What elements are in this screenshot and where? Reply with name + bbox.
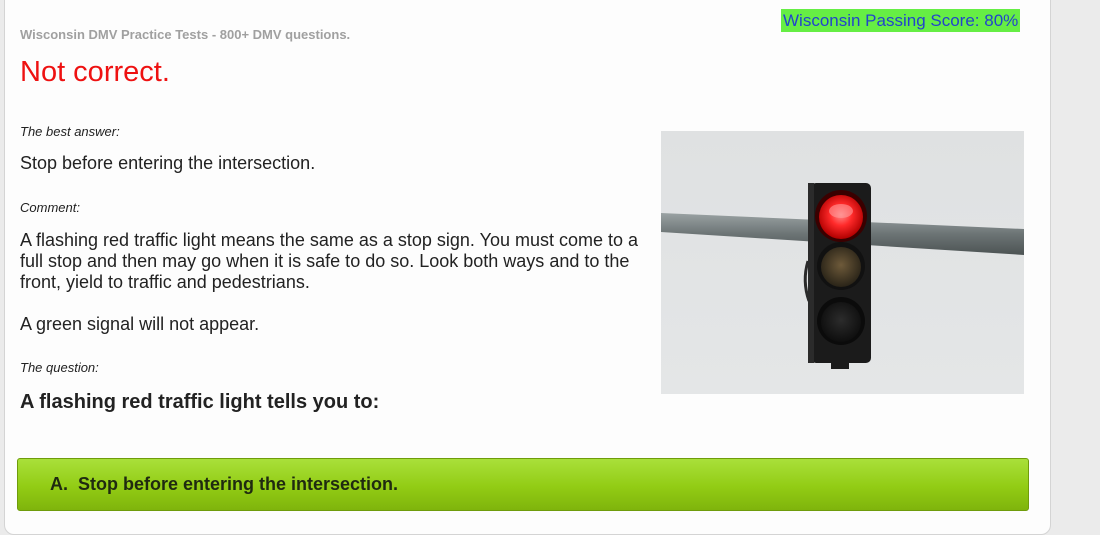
best-answer-text: Stop before entering the intersection.	[20, 153, 316, 173]
traffic-light-image	[661, 131, 1024, 394]
site-title: Wisconsin DMV Practice Tests - 800+ DMV …	[20, 27, 351, 42]
question-text: A flashing red traffic light tells you t…	[20, 391, 380, 413]
best-answer-label: The best answer:	[20, 124, 120, 139]
result-heading: Not correct.	[20, 56, 170, 88]
comment-extra-text: A green signal will not appear.	[20, 314, 260, 334]
comment-label: Comment:	[20, 200, 80, 215]
question-label: The question:	[20, 360, 99, 375]
comment-text: A flashing red traffic light means the s…	[20, 230, 639, 292]
answer-option-letter: A.	[50, 474, 68, 494]
answer-option-text: Stop before entering the intersection.	[78, 474, 399, 494]
traffic-light-red-icon	[661, 183, 1024, 369]
answer-option-a[interactable]: A. Stop before entering the intersection…	[17, 458, 1029, 511]
passing-score-badge: Wisconsin Passing Score: 80%	[781, 9, 1021, 32]
